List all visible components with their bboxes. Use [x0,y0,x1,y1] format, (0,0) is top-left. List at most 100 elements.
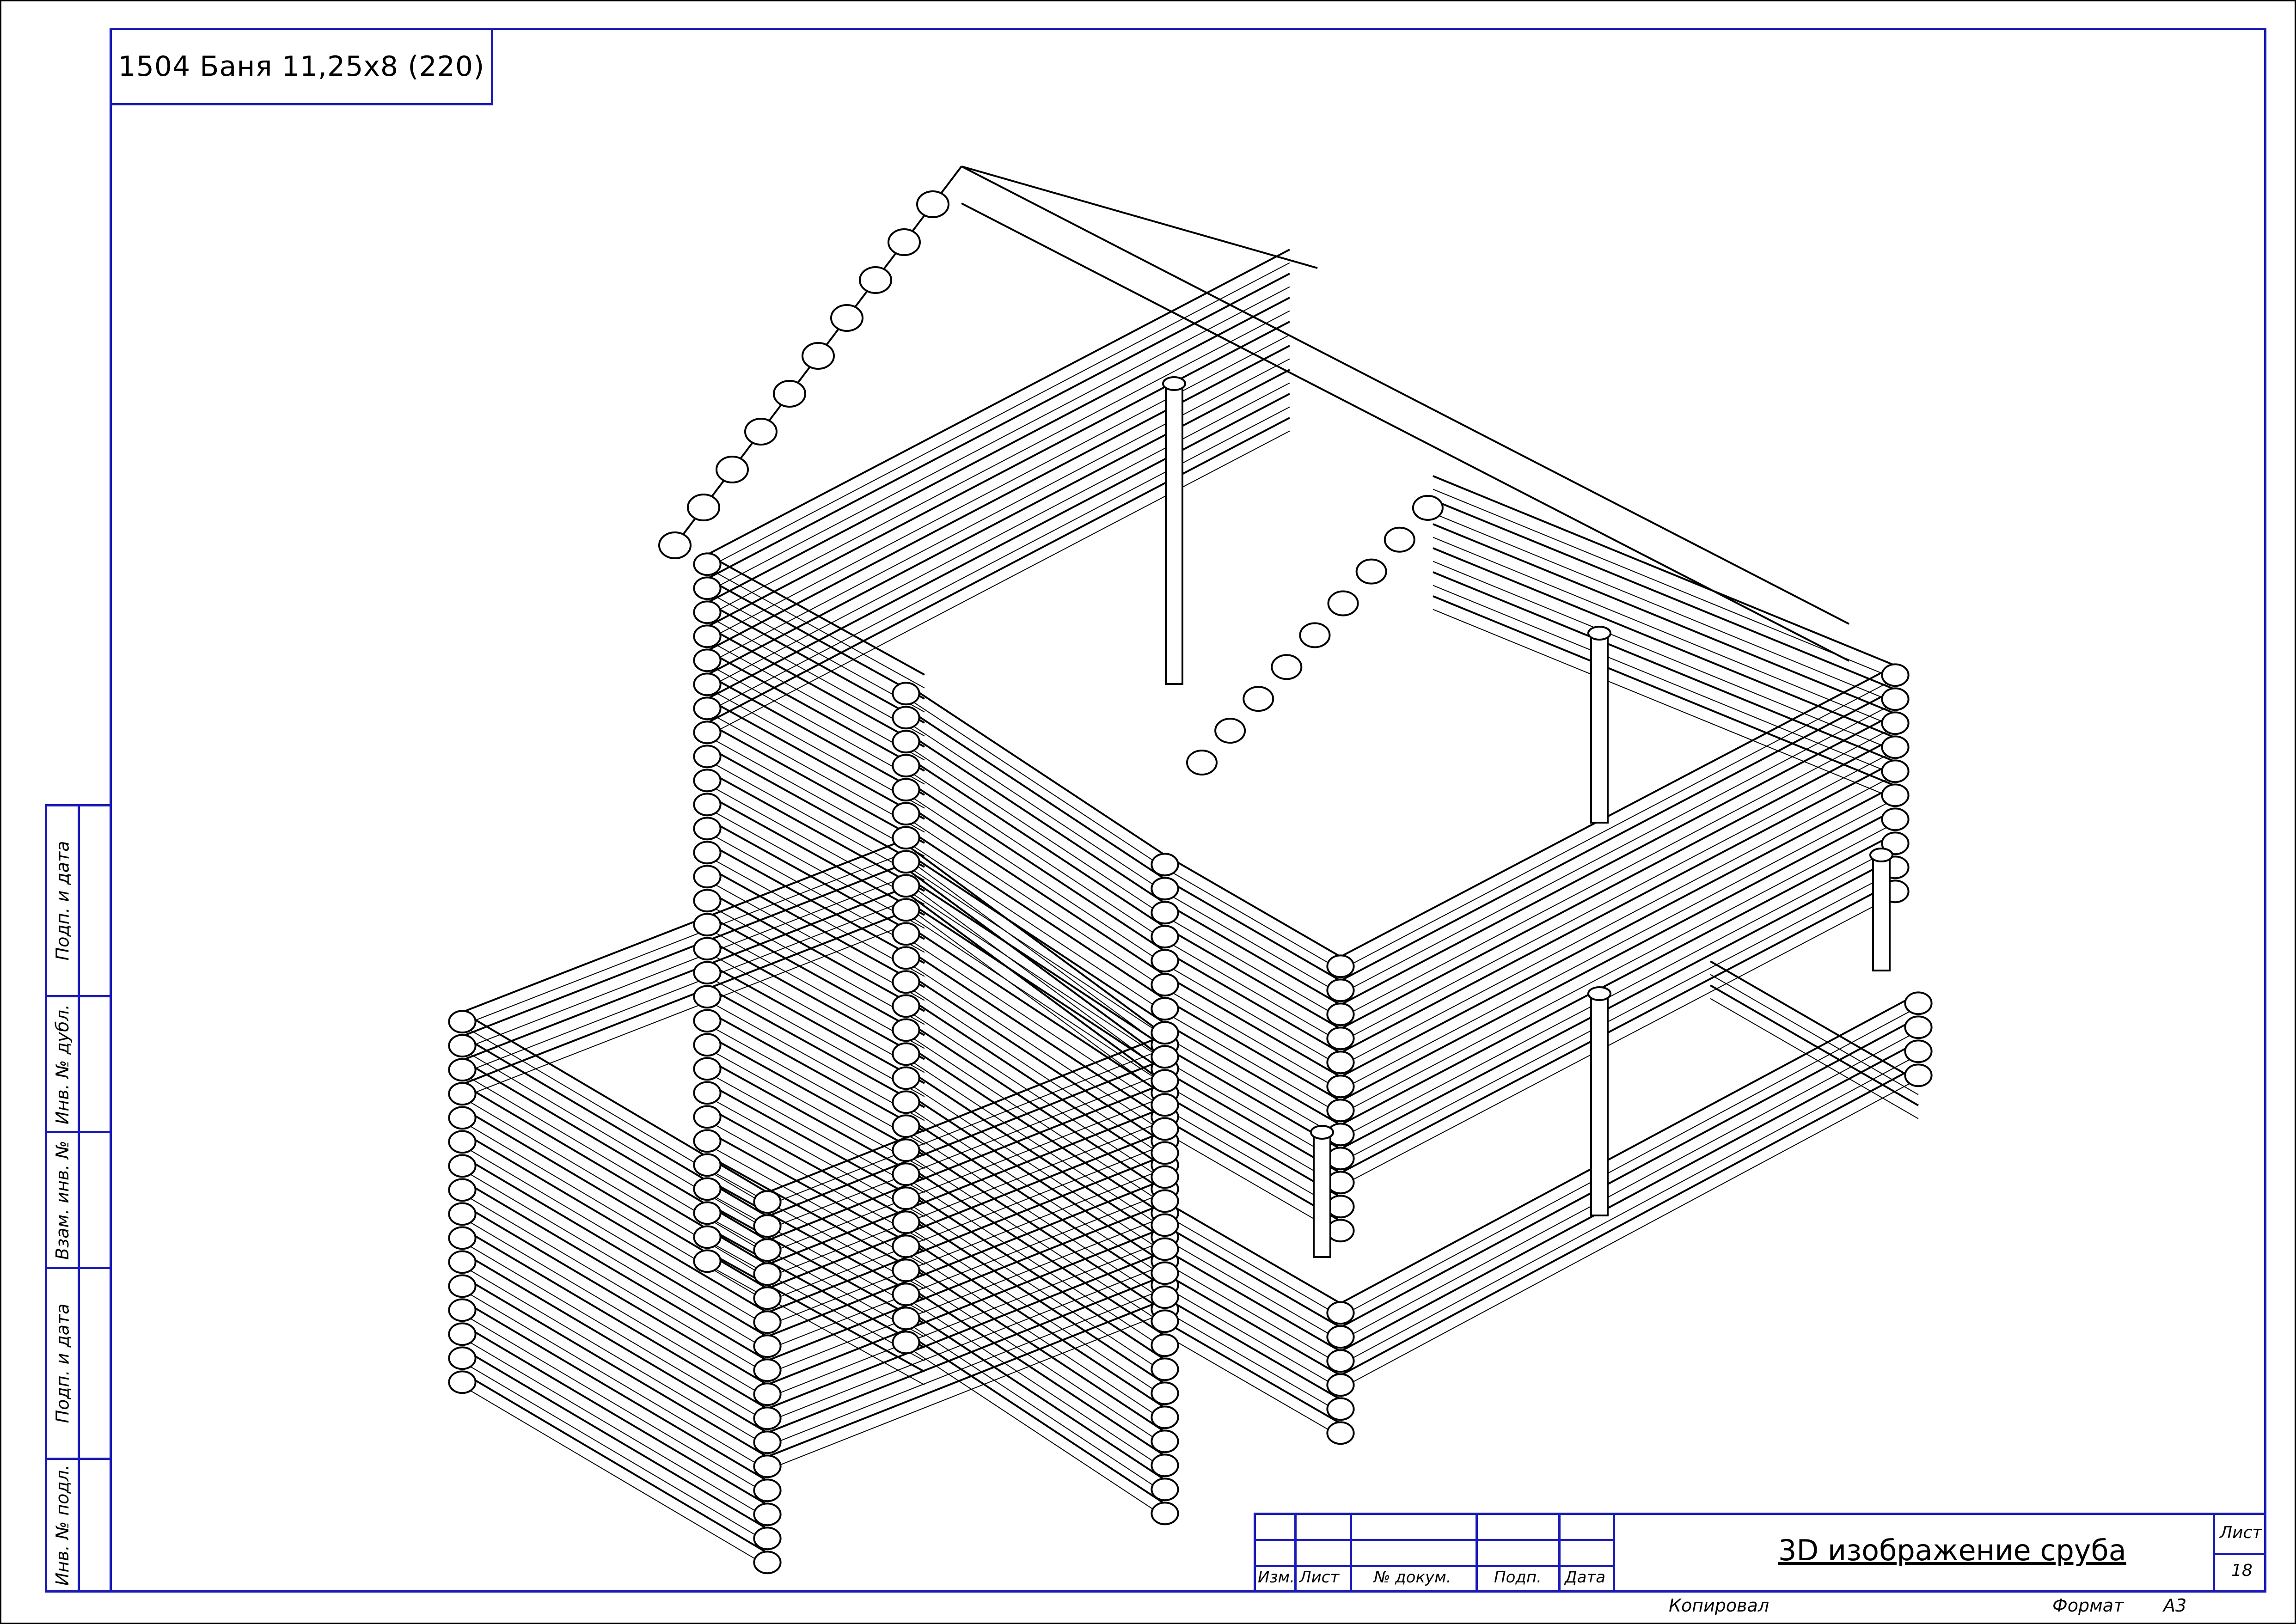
left-block-front-log-edge [462,1241,768,1423]
log-end [1881,687,1910,711]
log-end [1326,1050,1355,1075]
support-post [1165,383,1183,685]
log-end [448,1370,477,1394]
log-end [1904,1015,1933,1039]
right-upper-side-log-edge [1340,846,1896,1139]
right-upper-side-log-edge [1340,702,1896,995]
log-end [892,1186,920,1210]
log-end [753,1551,782,1575]
left-block-front-log [461,1203,768,1386]
right-upper-side-log [1340,689,1896,982]
main-back-wall-log-edge [707,406,1290,713]
gable-log-end [1214,718,1246,744]
log-end [1326,1026,1355,1050]
log-end [448,1154,477,1178]
log-end [1881,711,1910,735]
log-end [1151,1165,1179,1189]
right-upper-back-log-edge [1433,488,1896,679]
log-end [1881,663,1910,687]
log-end [693,1249,722,1273]
log-end [448,1250,477,1274]
log-end [1326,1373,1355,1397]
post-cap [1587,986,1611,1001]
gable-log-end [1186,750,1218,775]
log-end [1151,1309,1179,1333]
right-lower-side-log [1340,1065,1919,1376]
log-end [892,826,920,850]
log-end [1881,783,1910,807]
log-end [892,1258,920,1282]
log-end [892,1090,920,1114]
log-end [693,1177,722,1201]
log-end [892,778,920,802]
log-end [892,730,920,754]
left-block-front-log [461,1131,768,1313]
log-end [892,1282,920,1307]
log-end [892,1234,920,1258]
log-end [892,1162,920,1186]
log-end [448,1082,477,1106]
right-upper-side-log [1340,761,1896,1054]
log-end [753,1430,782,1454]
log-end [448,1298,477,1322]
log-end [892,1331,920,1355]
log-end [693,1225,722,1249]
log-end [693,793,722,817]
right-upper-back-log-edge [1433,561,1896,751]
left-block-side-log [767,1178,1165,1337]
gable-log-end [916,190,949,218]
left-block-front-log [461,1011,768,1193]
left-block-side-log [767,1227,1165,1386]
log-end [1881,735,1910,759]
log-end [1326,1421,1355,1445]
right-upper-back-log [1433,547,1896,739]
log-end [1151,1213,1179,1237]
log-end [753,1478,782,1502]
gable-log-end [1327,590,1359,617]
log-end [448,1106,477,1130]
right-upper-side-log [1340,737,1896,1030]
log-end [1151,1069,1179,1093]
right-lower-side-log-edge [1340,1030,1919,1341]
right-upper-side-log [1340,665,1896,958]
log-end [1326,1301,1355,1325]
left-block-side-log [767,1058,1165,1217]
left-block-front-log [461,1348,768,1530]
right-upper-side-log-edge [1340,726,1896,1019]
log-end [1904,1063,1933,1087]
right-upper-side-log [1340,713,1896,1006]
log-end [892,1018,920,1042]
log-end [1151,901,1179,925]
right-upper-side-log [1340,881,1896,1174]
roof-edge [961,165,1318,269]
support-post [1313,1131,1331,1258]
left-block-front-log-edge [462,1337,768,1519]
log-end [892,754,920,778]
log-cabin-drawing [448,165,1933,1575]
main-left-wall-log [707,626,925,748]
right-upper-side-log-edge [1340,870,1896,1163]
log-end [693,1129,722,1153]
left-block-front-log [461,1035,768,1217]
support-post [1590,993,1609,1216]
main-back-wall-log [707,297,1290,604]
log-end [1326,954,1355,978]
left-block-front-log-edge [462,1193,768,1374]
left-block-front-log-edge [462,1289,768,1471]
log-end [892,874,920,898]
log-end [1326,978,1355,1002]
log-end [693,696,722,720]
log-end [693,720,722,745]
log-end [892,706,920,730]
left-block-front-log [461,1276,768,1458]
log-end [753,1334,782,1358]
gable-log-end [1271,654,1303,680]
log-end [693,961,722,985]
right-upper-side-log-edge [1340,774,1896,1067]
log-end [1326,1002,1355,1026]
log-end [892,1138,920,1162]
log-end [448,1322,477,1346]
log-end [892,994,920,1018]
left-block-front-log-edge [462,1265,768,1447]
log-end [1151,1021,1179,1045]
